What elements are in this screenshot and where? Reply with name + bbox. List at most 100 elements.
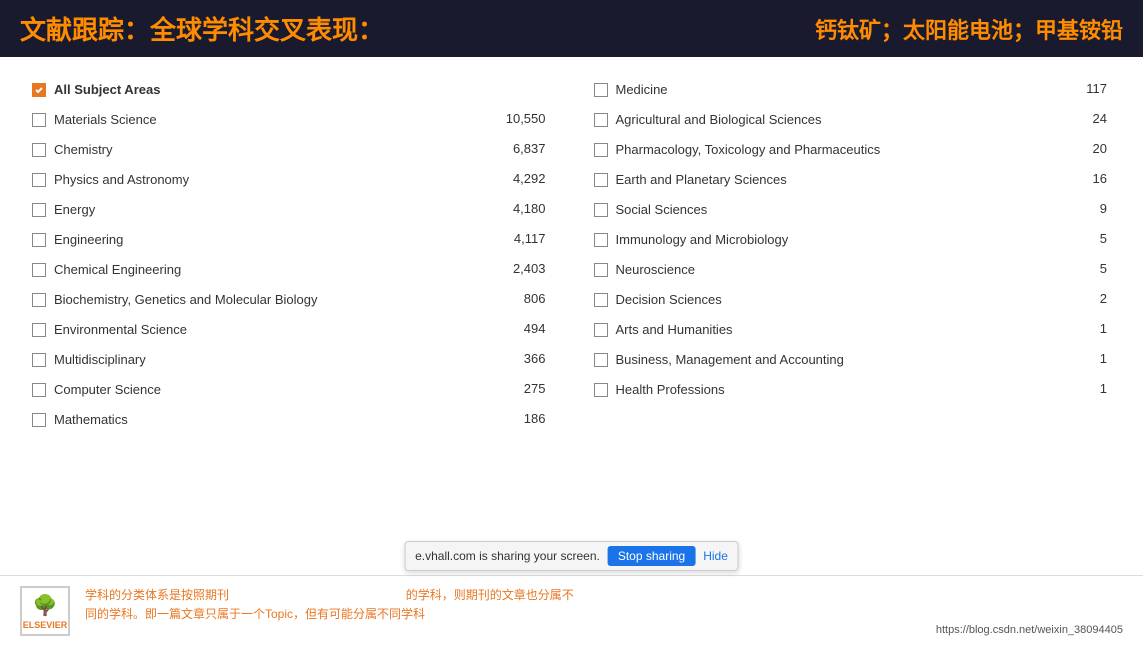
left-subject-item[interactable]: Environmental Science 494	[30, 317, 552, 345]
subject-name: Environmental Science	[54, 321, 492, 339]
subject-count: 6,837	[500, 141, 550, 156]
subject-count: 1	[1061, 351, 1111, 366]
subject-name: Chemistry	[54, 141, 492, 159]
checkbox-unchecked[interactable]	[594, 383, 608, 397]
checkbox-unchecked[interactable]	[32, 413, 46, 427]
subject-name: Arts and Humanities	[616, 321, 1054, 339]
footer: 🌳 ELSEVIER 学科的分类体系是按照期刊 的学科，则期刊的文章也分属不 同…	[0, 575, 1143, 646]
subject-name: Chemical Engineering	[54, 261, 492, 279]
header: 文献跟踪：全球学科交叉表现： 钙钛矿；太阳能电池；甲基铵铅	[0, 0, 1143, 57]
checkbox-unchecked[interactable]	[32, 143, 46, 157]
left-subject-item[interactable]: All Subject Areas	[30, 77, 552, 105]
right-subject-item[interactable]: Agricultural and Biological Sciences 24	[592, 107, 1114, 135]
left-subject-item[interactable]: Biochemistry, Genetics and Molecular Bio…	[30, 287, 552, 315]
checkbox-unchecked[interactable]	[32, 113, 46, 127]
left-subject-item[interactable]: Multidisciplinary 366	[30, 347, 552, 375]
checkbox-unchecked[interactable]	[32, 173, 46, 187]
subject-count: 366	[500, 351, 550, 366]
left-subject-item[interactable]: Mathematics186	[30, 407, 552, 435]
subject-name: Materials Science	[54, 111, 492, 129]
subject-count: 5	[1061, 231, 1111, 246]
header-title: 文献跟踪：全球学科交叉表现：	[20, 10, 384, 47]
subject-name: Health Professions	[616, 381, 1054, 399]
logo-box: 🌳 ELSEVIER	[20, 586, 70, 636]
left-subject-item[interactable]: Computer Science 275	[30, 377, 552, 405]
right-subject-item[interactable]: Business, Management and Accounting 1	[592, 347, 1114, 375]
hide-button[interactable]: Hide	[703, 549, 728, 563]
checkbox-unchecked[interactable]	[594, 143, 608, 157]
subject-name: Physics and Astronomy	[54, 171, 492, 189]
footer-text: 学科的分类体系是按照期刊 的学科，则期刊的文章也分属不 同的学科。即一篇文章只属…	[85, 586, 921, 624]
subject-count: 1	[1061, 321, 1111, 336]
footer-url: https://blog.csdn.net/weixin_38094405	[936, 624, 1123, 636]
subject-count: 186	[500, 411, 550, 426]
checkbox-checked[interactable]	[32, 83, 46, 97]
checkbox-unchecked[interactable]	[594, 263, 608, 277]
right-subject-item[interactable]: Social Sciences9	[592, 197, 1114, 225]
left-subject-item[interactable]: Chemistry 6,837	[30, 137, 552, 165]
subject-count: 10,550	[500, 111, 550, 126]
stop-sharing-button[interactable]: Stop sharing	[608, 546, 695, 566]
checkbox-unchecked[interactable]	[32, 323, 46, 337]
checkbox-unchecked[interactable]	[32, 203, 46, 217]
checkbox-unchecked[interactable]	[32, 233, 46, 247]
subject-count: 494	[500, 321, 550, 336]
checkbox-unchecked[interactable]	[32, 293, 46, 307]
subject-name: Biochemistry, Genetics and Molecular Bio…	[54, 291, 492, 309]
screen-share-text: e.vhall.com is sharing your screen.	[415, 549, 600, 563]
right-subject-item[interactable]: Pharmacology, Toxicology and Pharmaceuti…	[592, 137, 1114, 165]
subject-name: Agricultural and Biological Sciences	[616, 111, 1054, 129]
checkbox-unchecked[interactable]	[32, 383, 46, 397]
right-subject-item[interactable]: Decision Sciences 2	[592, 287, 1114, 315]
elsevier-label: ELSEVIER	[23, 620, 68, 630]
checkbox-unchecked[interactable]	[594, 353, 608, 367]
subject-count: 24	[1061, 111, 1111, 126]
right-subject-item[interactable]: Earth and Planetary Sciences 16	[592, 167, 1114, 195]
right-subject-item[interactable]: Health Professions1	[592, 377, 1114, 405]
subject-name: Multidisciplinary	[54, 351, 492, 369]
right-column: Medicine 117 Agricultural and Biological S…	[592, 77, 1114, 435]
checkbox-unchecked[interactable]	[594, 233, 608, 247]
subject-count: 4,117	[500, 231, 550, 246]
subject-name: Energy	[54, 201, 492, 219]
subject-count: 5	[1061, 261, 1111, 276]
subject-name: Computer Science	[54, 381, 492, 399]
subject-count: 117	[1061, 81, 1111, 96]
subject-count: 20	[1061, 141, 1111, 156]
subject-name: Pharmacology, Toxicology and Pharmaceuti…	[616, 141, 1054, 159]
checkbox-unchecked[interactable]	[594, 203, 608, 217]
elsevier-logo: 🌳 ELSEVIER	[20, 586, 70, 636]
left-subject-item[interactable]: Chemical Engineering2,403	[30, 257, 552, 285]
subject-count: 275	[500, 381, 550, 396]
subject-name: Medicine	[616, 81, 1054, 99]
checkbox-unchecked[interactable]	[32, 353, 46, 367]
right-subject-item[interactable]: Immunology and Microbiology 5	[592, 227, 1114, 255]
left-subject-item[interactable]: Engineering 4,117	[30, 227, 552, 255]
subject-name: Immunology and Microbiology	[616, 231, 1054, 249]
checkbox-unchecked[interactable]	[594, 113, 608, 127]
subject-name: Business, Management and Accounting	[616, 351, 1054, 369]
checkbox-unchecked[interactable]	[594, 323, 608, 337]
checkbox-unchecked[interactable]	[32, 263, 46, 277]
left-subject-item[interactable]: Energy 4,180	[30, 197, 552, 225]
subject-name: Neuroscience	[616, 261, 1054, 279]
header-keywords: 钙钛矿；太阳能电池；甲基铵铅	[815, 13, 1123, 45]
subject-name: Engineering	[54, 231, 492, 249]
subject-count: 4,180	[500, 201, 550, 216]
subject-name: All Subject Areas	[54, 81, 550, 99]
right-subject-item[interactable]: Arts and Humanities 1	[592, 317, 1114, 345]
subject-name: Social Sciences	[616, 201, 1054, 219]
subject-name: Decision Sciences	[616, 291, 1054, 309]
right-subject-item[interactable]: Neuroscience 5	[592, 257, 1114, 285]
left-subject-item[interactable]: Materials Science 10,550	[30, 107, 552, 135]
left-subject-item[interactable]: Physics and Astronomy4,292	[30, 167, 552, 195]
subject-count: 2	[1061, 291, 1111, 306]
checkbox-unchecked[interactable]	[594, 293, 608, 307]
checkbox-unchecked[interactable]	[594, 173, 608, 187]
checkbox-unchecked[interactable]	[594, 83, 608, 97]
footer-line2: 同的学科。即一篇文章只属于一个Topic，但有可能分属不同学科	[85, 605, 921, 624]
subject-name: Earth and Planetary Sciences	[616, 171, 1054, 189]
subject-count: 16	[1061, 171, 1111, 186]
footer-line1: 学科的分类体系是按照期刊 的学科，则期刊的文章也分属不	[85, 586, 921, 605]
right-subject-item[interactable]: Medicine 117	[592, 77, 1114, 105]
